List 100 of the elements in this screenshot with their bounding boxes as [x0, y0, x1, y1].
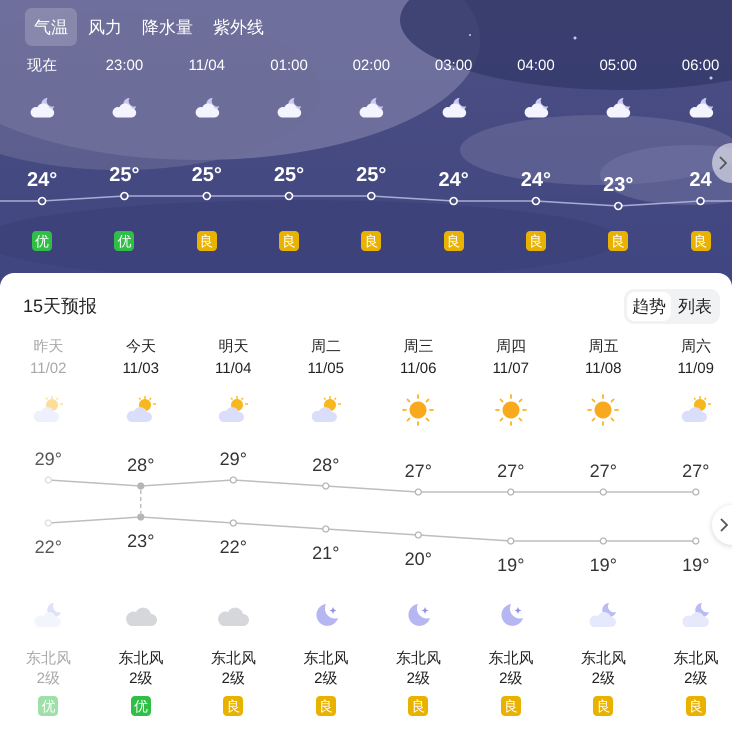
- tab[interactable]: 风力: [79, 8, 131, 46]
- date-label: 11/06: [400, 359, 436, 379]
- air-quality-badge: 良: [690, 231, 711, 251]
- air-quality-badge: 良: [361, 231, 382, 251]
- data-point: [322, 525, 330, 533]
- date-label: 11/07: [492, 359, 529, 379]
- wind-direction: 东北风: [303, 649, 348, 669]
- high-temperature: 29°: [218, 448, 248, 470]
- date-label: 11/09: [678, 359, 714, 379]
- wind-direction: 东北风: [488, 649, 534, 669]
- wind-direction: 东北风: [118, 649, 164, 669]
- low-temperature: 21°: [311, 542, 340, 564]
- sun-icon: [402, 394, 434, 426]
- air-quality-badge: 良: [608, 231, 628, 251]
- low-temperature: 22°: [34, 536, 63, 558]
- air-quality-badge: 良: [316, 696, 336, 716]
- date-label: 11/08: [585, 359, 622, 379]
- high-temperature: 28°: [126, 454, 156, 476]
- sun-icon: [494, 394, 527, 426]
- time-label: 11/04: [188, 56, 225, 76]
- data-point: [230, 519, 237, 527]
- air-quality-badge: 良: [408, 696, 428, 716]
- wind-direction: 东北风: [580, 649, 626, 669]
- forecast-title: 15天预报: [23, 295, 98, 318]
- wind-direction: 东北风: [673, 649, 718, 669]
- data-point: [614, 202, 623, 210]
- air-quality-badge: 良: [444, 231, 464, 251]
- wind-level: 2级: [222, 669, 245, 689]
- high-temperature: 29°: [34, 448, 63, 470]
- tab[interactable]: 降水量: [133, 8, 202, 46]
- data-point: [38, 196, 46, 206]
- day-name: 周六: [680, 337, 711, 357]
- wind-level: 2级: [499, 669, 522, 689]
- low-temperature: 22°: [218, 536, 248, 558]
- sun-icon: [587, 394, 620, 426]
- air-quality-badge: 良: [526, 231, 546, 251]
- air-quality-badge: 优: [38, 696, 58, 716]
- temperature-label: 24°: [520, 168, 552, 192]
- air-quality-badge: 良: [500, 696, 521, 716]
- air-quality-badge: 良: [593, 696, 614, 716]
- wind-direction: 东北风: [26, 649, 71, 669]
- low-temperature: 20°: [404, 548, 433, 570]
- date-label: 11/02: [30, 359, 66, 379]
- chevron-right-icon: [719, 517, 729, 533]
- chevron-right-icon: [718, 155, 728, 171]
- temperature-label: 24°: [26, 168, 58, 192]
- high-temperature: 28°: [311, 454, 340, 476]
- wind-level: 2级: [129, 669, 152, 689]
- time-label: 05:00: [599, 56, 637, 76]
- day-name: 昨天: [33, 337, 64, 357]
- temperature-label: 23°: [602, 173, 634, 197]
- wind-direction: 东北风: [210, 649, 256, 669]
- temperature-label: 24: [688, 168, 713, 192]
- air-quality-badge: 优: [114, 231, 134, 251]
- temperature-label: 25°: [108, 163, 141, 187]
- day-name: 周二: [310, 337, 341, 357]
- time-label: 03:00: [434, 56, 472, 76]
- date-label: 11/04: [215, 359, 252, 379]
- day-name: 明天: [218, 337, 248, 357]
- low-temperature: 19°: [496, 554, 526, 576]
- high-temperature: 27°: [681, 460, 710, 482]
- tab[interactable]: 紫外线: [204, 8, 273, 46]
- data-point: [120, 192, 129, 200]
- view-toggle[interactable]: 列表: [673, 292, 717, 320]
- air-quality-badge: 优: [130, 696, 151, 716]
- time-label: 01:00: [270, 56, 308, 76]
- air-quality-badge: 良: [279, 231, 300, 251]
- day-name: 周三: [403, 337, 434, 357]
- time-label: 23:00: [106, 56, 144, 76]
- data-point: [600, 537, 607, 545]
- today-marker: [140, 490, 142, 513]
- time-label: 06:00: [682, 56, 720, 76]
- air-quality-badge: 良: [196, 231, 217, 251]
- data-point: [202, 192, 212, 200]
- data-point: [44, 519, 52, 527]
- data-point: [367, 192, 376, 200]
- data-point: [449, 196, 458, 206]
- wind-level: 2级: [684, 669, 708, 689]
- wind-direction: 东北风: [396, 649, 441, 669]
- time-label: 现在: [27, 56, 58, 76]
- date-label: 11/03: [122, 359, 159, 379]
- time-label: 04:00: [517, 56, 555, 76]
- air-quality-badge: 良: [223, 696, 244, 716]
- temperature-label: 25°: [355, 163, 388, 187]
- temperature-label: 25°: [272, 163, 306, 187]
- wind-level: 2级: [36, 669, 60, 689]
- data-point: [284, 192, 294, 200]
- high-temperature: 27°: [404, 460, 433, 482]
- data-point: [696, 196, 705, 206]
- data-point: [414, 531, 422, 539]
- view-toggle[interactable]: 趋势: [627, 292, 671, 320]
- day-name: 周五: [588, 337, 618, 357]
- data-point: [137, 513, 144, 521]
- date-label: 11/05: [308, 359, 344, 379]
- high-temperature: 27°: [496, 460, 526, 482]
- tab[interactable]: 气温: [25, 8, 77, 46]
- time-label: 02:00: [352, 56, 390, 76]
- high-temperature: 27°: [588, 460, 618, 482]
- wind-level: 2级: [406, 669, 430, 689]
- low-temperature: 19°: [588, 554, 618, 576]
